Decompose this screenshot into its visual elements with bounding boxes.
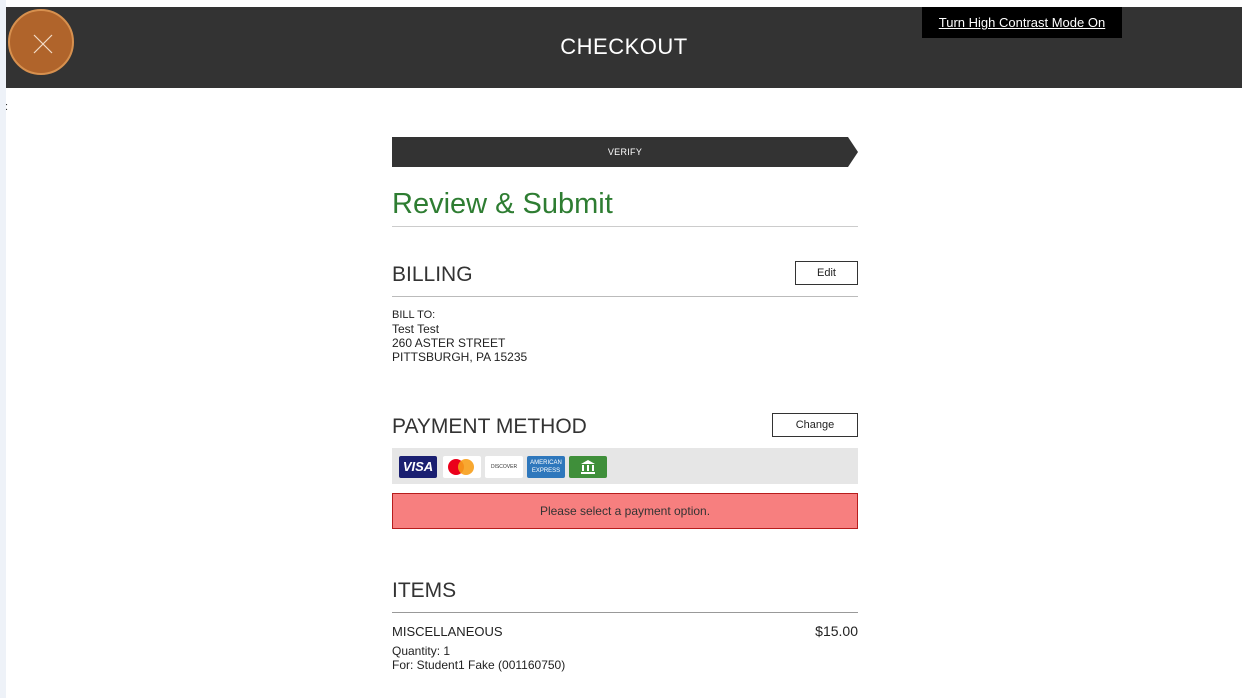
mastercard-card-option[interactable] (443, 456, 481, 478)
visa-card-option[interactable]: VISA (399, 456, 437, 478)
bill-to-label: BILL TO: (392, 309, 436, 321)
bank-account-option[interactable] (569, 456, 607, 478)
discover-label: DISCOVER (490, 464, 518, 470)
item-details: Quantity: 1 For: Student1 Fake (00116075… (392, 644, 858, 672)
payment-section-header: PAYMENT METHOD Change (392, 412, 858, 442)
payment-options-strip: VISA DISCOVER AMERICAN EXPRESS (392, 448, 858, 484)
progress-step-verify: VERIFY (392, 137, 858, 167)
payment-heading: PAYMENT METHOD (392, 415, 587, 438)
checkout-header: CHECKOUT Turn High Contrast Mode On (6, 7, 1242, 88)
amex-label-line1: AMERICAN (530, 460, 562, 466)
billing-heading: BILLING (392, 263, 473, 286)
change-payment-button[interactable]: Change (772, 413, 858, 437)
billing-street: 260 ASTER STREET (392, 336, 506, 350)
payment-error-message: Please select a payment option. (392, 493, 858, 529)
high-contrast-toggle-link[interactable]: Turn High Contrast Mode On (922, 7, 1122, 38)
billing-section-header: BILLING Edit (392, 260, 858, 297)
page-title: Review & Submit (392, 187, 858, 227)
item-for: For: Student1 Fake (001160750) (392, 658, 566, 672)
checkout-content: VERIFY Review & Submit BILLING Edit BILL… (392, 137, 858, 672)
stray-character: : (5, 101, 9, 113)
mastercard-orange-circle (458, 459, 474, 475)
edit-billing-button[interactable]: Edit (795, 261, 858, 285)
items-section-header: ITEMS (392, 576, 858, 613)
item-price: $15.00 (815, 623, 858, 639)
list-item: MISCELLANEOUS $15.00 (392, 623, 858, 641)
item-name: MISCELLANEOUS (392, 624, 503, 639)
bank-icon (581, 460, 595, 474)
amex-card-option[interactable]: AMERICAN EXPRESS (527, 456, 565, 478)
items-heading: ITEMS (392, 579, 457, 602)
discover-card-option[interactable]: DISCOVER (485, 456, 523, 478)
billing-address-block: BILL TO: Test Test 260 ASTER STREET PITT… (392, 308, 858, 364)
billing-name: Test Test (392, 322, 440, 336)
billing-city-line: PITTSBURGH, PA 15235 (392, 350, 528, 364)
item-quantity: Quantity: 1 (392, 644, 451, 658)
amex-label-line2: EXPRESS (531, 468, 561, 474)
items-list: MISCELLANEOUS $15.00 Quantity: 1 For: St… (392, 623, 858, 672)
